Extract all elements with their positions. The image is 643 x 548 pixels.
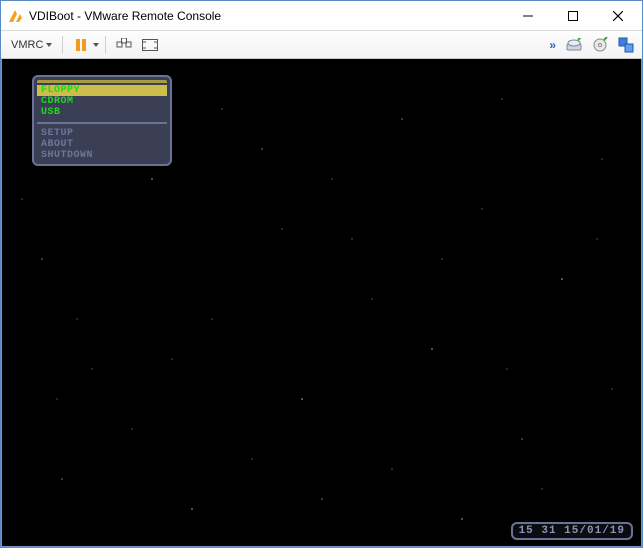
separator — [62, 36, 63, 54]
app-icon — [7, 8, 23, 24]
console-viewport[interactable]: FLOPPY CDROM USB SETUP ABOUT SHUTDOWN 15… — [1, 59, 642, 547]
toolbar: VMRC » — [1, 31, 642, 59]
boot-menu-divider — [37, 122, 167, 124]
separator — [105, 36, 106, 54]
boot-menu-header — [37, 80, 167, 83]
fullscreen-button[interactable] — [138, 34, 162, 56]
boot-item-shutdown[interactable]: SHUTDOWN — [37, 150, 167, 161]
maximize-button[interactable] — [550, 1, 595, 30]
window-title: VDIBoot - VMware Remote Console — [29, 9, 505, 23]
drive-icon[interactable] — [562, 34, 586, 56]
boot-item-setup[interactable]: SETUP — [37, 128, 167, 139]
send-ctrl-alt-del-button[interactable] — [112, 34, 136, 56]
devices-icon[interactable] — [614, 34, 638, 56]
boot-item-usb[interactable]: USB — [37, 107, 167, 118]
boot-item-about[interactable]: ABOUT — [37, 139, 167, 150]
boot-item-cdrom[interactable]: CDROM — [37, 96, 167, 107]
cd-icon[interactable] — [588, 34, 612, 56]
boot-menu: FLOPPY CDROM USB SETUP ABOUT SHUTDOWN — [32, 75, 172, 166]
vmrc-menu-label: VMRC — [11, 39, 43, 51]
minimize-button[interactable] — [505, 1, 550, 30]
app-window: VDIBoot - VMware Remote Console VMRC — [0, 0, 643, 548]
boot-item-floppy[interactable]: FLOPPY — [37, 85, 167, 96]
close-button[interactable] — [595, 1, 640, 30]
chevron-down-icon — [46, 43, 52, 47]
expand-arrow-icon[interactable]: » — [545, 38, 560, 52]
window-controls — [505, 1, 640, 30]
titlebar: VDIBoot - VMware Remote Console — [1, 1, 642, 31]
pause-button[interactable] — [69, 34, 93, 56]
chevron-down-icon[interactable] — [93, 43, 99, 47]
clock-display: 15 31 15/01/19 — [511, 522, 633, 540]
vmrc-menu[interactable]: VMRC — [5, 39, 56, 51]
